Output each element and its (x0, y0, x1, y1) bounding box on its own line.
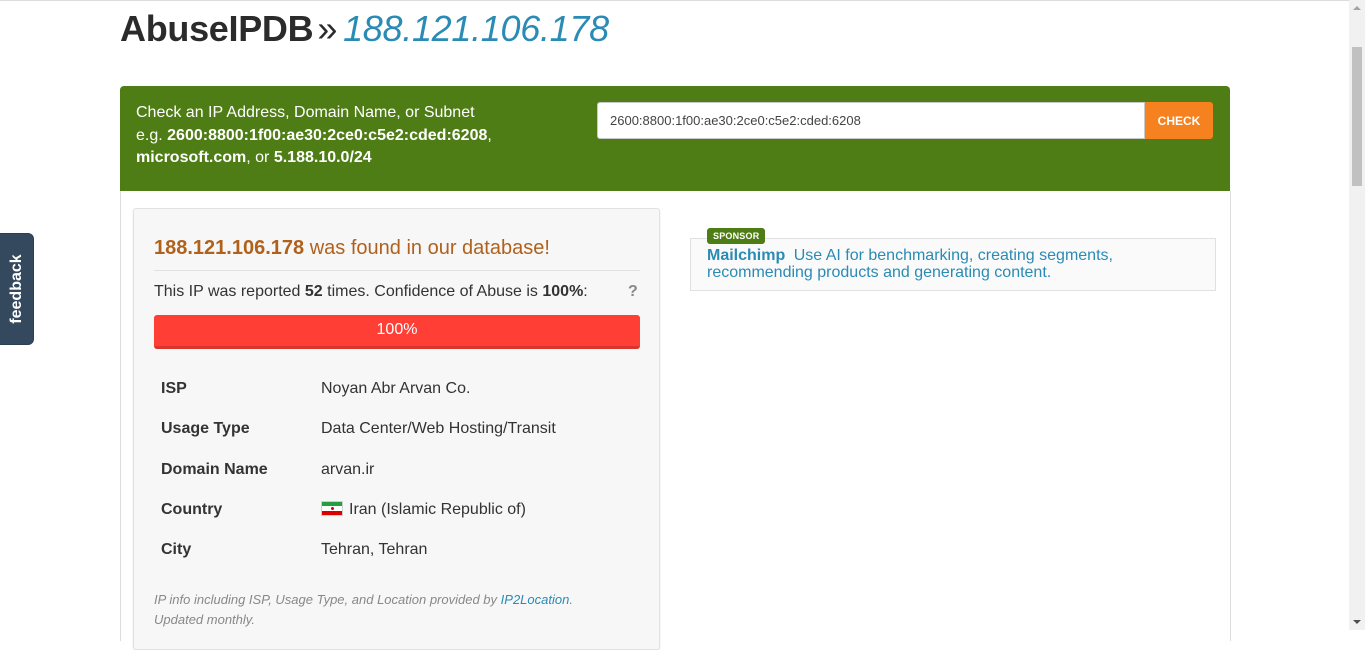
info-row-isp: ISP Noyan Abr Arvan Co. (154, 369, 556, 409)
ip-info-table: ISP Noyan Abr Arvan Co. Usage Type Data … (154, 369, 556, 570)
title-separator: » (317, 8, 338, 49)
page-title: AbuseIPDB» 188.121.106.178 (120, 8, 609, 50)
top-divider (0, 0, 1349, 1)
scrollbar[interactable] (1349, 0, 1365, 630)
site-name: AbuseIPDB (120, 8, 314, 49)
info-label: ISP (161, 380, 187, 398)
ip2location-link[interactable]: IP2Location (501, 592, 570, 607)
scrollbar-thumb[interactable] (1352, 47, 1362, 186)
example-domain: microsoft.com (136, 149, 247, 166)
search-example-line-2: microsoft.com, or 5.188.10.0/24 (136, 149, 372, 166)
info-row-usage-type: Usage Type Data Center/Web Hosting/Trans… (154, 409, 556, 449)
search-input[interactable] (597, 102, 1145, 139)
info-label: Usage Type (161, 420, 250, 438)
result-panel: 188.121.106.178 was found in our databas… (133, 208, 660, 650)
sponsor-text[interactable]: Mailchimp Use AI for benchmarking, creat… (707, 247, 1147, 281)
example-ip: 2600:8800:1f00:ae30:2ce0:c5e2:cded:6208 (167, 126, 488, 144)
result-heading: 188.121.106.178 was found in our databas… (154, 237, 550, 259)
scroll-up-arrow-icon[interactable] (1349, 0, 1365, 16)
info-value: Iran (Islamic Republic of) (349, 501, 526, 519)
title-ip: 188.121.106.178 (343, 8, 609, 49)
info-row-domain-name: Domain Name arvan.ir (154, 450, 556, 490)
info-value: Data Center/Web Hosting/Transit (321, 420, 556, 438)
search-intro: Check an IP Address, Domain Name, or Sub… (136, 104, 475, 121)
result-ip: 188.121.106.178 (154, 237, 305, 259)
sponsor-box[interactable]: Mailchimp Use AI for benchmarking, creat… (690, 238, 1216, 291)
search-instructions: Check an IP Address, Domain Name, or Sub… (136, 102, 492, 170)
confidence-value: 100% (542, 283, 584, 300)
confidence-bar-label: 100% (376, 321, 418, 338)
search-example-line: e.g. 2600:8800:1f00:ae30:2ce0:c5e2:cded:… (136, 126, 492, 144)
report-summary: This IP was reported 52 times. Confidenc… (154, 283, 588, 300)
info-value: arvan.ir (321, 460, 375, 478)
report-count: 52 (304, 283, 323, 300)
info-value: Tehran, Tehran (321, 541, 428, 559)
check-button[interactable]: CHECK (1145, 102, 1213, 139)
feedback-label[interactable]: feedback (8, 254, 26, 323)
result-divider (154, 270, 640, 271)
help-icon[interactable]: ? (628, 283, 638, 301)
example-subnet: 5.188.10.0/24 (273, 149, 372, 166)
info-row-city: City Tehran, Tehran (154, 530, 556, 570)
feedback-tab[interactable]: feedback (0, 234, 33, 344)
info-value: Noyan Abr Arvan Co. (321, 380, 471, 398)
sponsor-name[interactable]: Mailchimp (707, 247, 785, 264)
info-row-country: Country Iran (Islamic Republic of) (154, 490, 556, 530)
sponsor-badge: SPONSOR (707, 228, 766, 244)
info-label: City (161, 541, 192, 559)
info-label: Domain Name (161, 460, 268, 478)
iran-flag-icon (321, 501, 343, 517)
search-banner: Check an IP Address, Domain Name, or Sub… (120, 86, 1230, 191)
data-source-note: IP info including ISP, Usage Type, and L… (154, 592, 573, 627)
confidence-bar: 100% (154, 315, 640, 349)
scroll-down-arrow-icon[interactable] (1349, 614, 1365, 630)
info-label: Country (161, 501, 223, 519)
